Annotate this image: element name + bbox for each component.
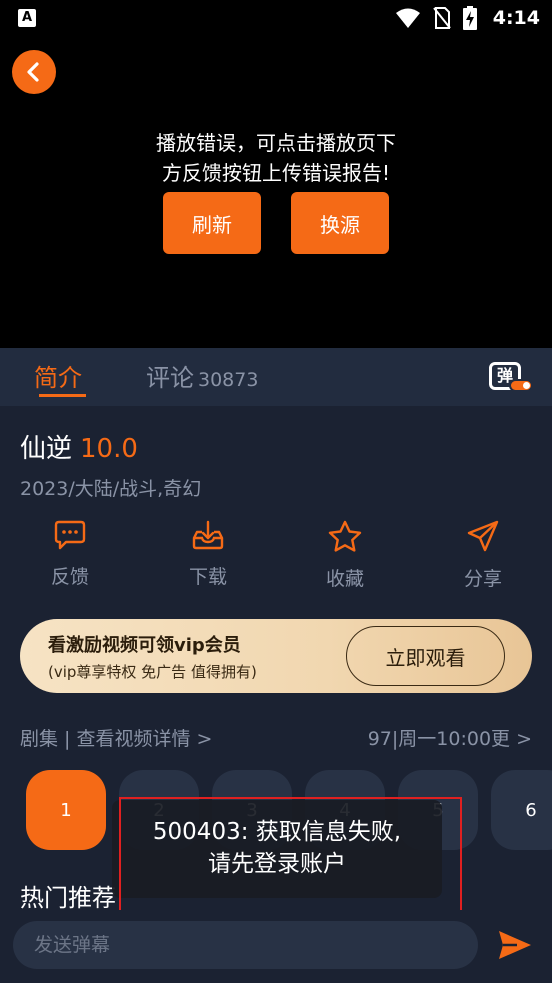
danmu-toggle[interactable]: 弹 [487,362,533,394]
wifi-icon [395,8,420,28]
download-label: 下载 [188,566,227,588]
download-action[interactable]: 下载 [158,520,258,589]
comments-count: 30873 [198,369,259,391]
episode-button[interactable]: 1 [26,770,106,850]
episodes-header: 剧集 | 查看视频详情 > 97|周一10:00更 > [20,724,532,750]
video-meta: 2023/大陆/战斗,奇幻 [20,478,202,500]
watch-now-button[interactable]: 立即观看 [346,626,505,686]
vip-subtitle: (vip尊享特权 免广告 值得拥有) [48,663,257,681]
hot-recommend-title: 热门推荐 [20,884,116,912]
vip-title: 看激励视频可领vip会员 [48,635,241,656]
playback-error-message: 播放错误，可点击播放页下 方反馈按钮上传错误报告! [0,128,552,188]
favorite-action[interactable]: 收藏 [295,520,395,591]
danmu-bar [0,910,552,983]
refresh-button[interactable]: 刷新 [163,192,261,254]
video-score: 10.0 [80,434,138,464]
app-notification-icon: A [18,9,36,27]
update-schedule-link[interactable]: 97|周一10:00更 > [368,724,532,751]
send-icon[interactable] [497,929,533,961]
video-title-row: 仙逆 10.0 [20,428,138,465]
feedback-action[interactable]: 反馈 [20,520,120,589]
feedback-label: 反馈 [50,566,89,588]
favorite-label: 收藏 [325,568,364,590]
chevron-left-icon [27,62,39,82]
share-label: 分享 [463,568,502,590]
star-icon [328,520,362,552]
action-bar: 反馈 下载 收藏 分享 [0,520,552,598]
tab-intro[interactable]: 简介 [34,358,82,393]
detail-tabs: 简介 评论 30873 弹 [0,348,552,406]
switch-source-button[interactable]: 换源 [291,192,389,254]
status-time: 4:14 [492,7,540,29]
share-action[interactable]: 分享 [433,520,533,591]
no-sim-icon [432,7,451,29]
error-toast: 500403: 获取信息失败, 请先登录账户 [112,800,442,898]
error-line-1: 播放错误，可点击播放页下 [156,131,396,155]
vip-banner[interactable]: 看激励视频可领vip会员 (vip尊享特权 免广告 值得拥有) 立即观看 [20,619,532,693]
back-button[interactable] [12,50,56,94]
tab-comments[interactable]: 评论 30873 [146,358,258,393]
tab-comments-label: 评论 [146,364,194,392]
battery-charging-icon [462,6,477,30]
status-bar: A 4:14 [0,0,552,38]
episode-details-link[interactable]: 剧集 | 查看视频详情 > [20,724,212,751]
danmu-switch-indicator [509,379,533,392]
download-icon [192,520,224,550]
error-line-2: 方反馈按钮上传错误报告! [161,161,391,185]
video-title: 仙逆 [20,434,73,464]
toast-line-2: 请先登录账户 [208,851,346,877]
toast-line-1: 500403: 获取信息失败, [152,819,402,845]
video-player[interactable]: A 4:14 播放错误，可点击播放页下 方反馈按钮上传错误报告! 刷新 换源 [0,0,552,348]
feedback-icon [54,520,86,550]
episode-button[interactable]: 6 [491,770,552,850]
share-icon [467,520,499,552]
danmu-input[interactable] [13,921,478,969]
active-tab-indicator [39,394,86,397]
